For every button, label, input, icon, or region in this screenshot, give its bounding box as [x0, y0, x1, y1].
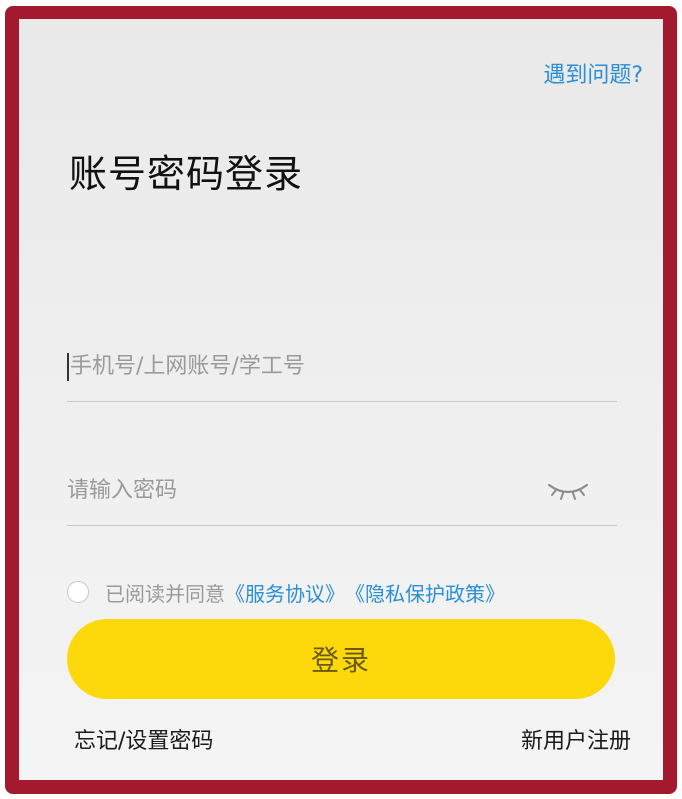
account-field [67, 331, 617, 402]
eye-closed-icon[interactable] [547, 477, 589, 503]
password-field [67, 455, 617, 526]
agreement-checkbox[interactable] [67, 581, 89, 603]
page-title: 账号密码登录 [69, 152, 304, 196]
text-caret [67, 353, 69, 381]
account-input[interactable] [70, 331, 540, 401]
device-frame: 遇到问题? 账号密码登录 已阅读并同意 《服务协议》 《隐私保护政策 [5, 6, 677, 794]
agreement-row: 已阅读并同意 《服务协议》 《隐私保护政策》 [67, 577, 505, 607]
login-screen: 遇到问题? 账号密码登录 已阅读并同意 《服务协议》 《隐私保护政策 [19, 19, 663, 780]
service-agreement-link[interactable]: 《服务协议》 [225, 578, 345, 607]
register-link[interactable]: 新用户注册 [521, 723, 631, 755]
help-link[interactable]: 遇到问题? [543, 57, 643, 89]
agreement-text: 已阅读并同意 [105, 581, 225, 606]
password-input[interactable] [67, 455, 537, 525]
login-button[interactable]: 登录 [67, 619, 615, 699]
privacy-policy-link[interactable]: 《隐私保护政策》 [345, 578, 505, 607]
forgot-password-link[interactable]: 忘记/设置密码 [74, 723, 213, 755]
